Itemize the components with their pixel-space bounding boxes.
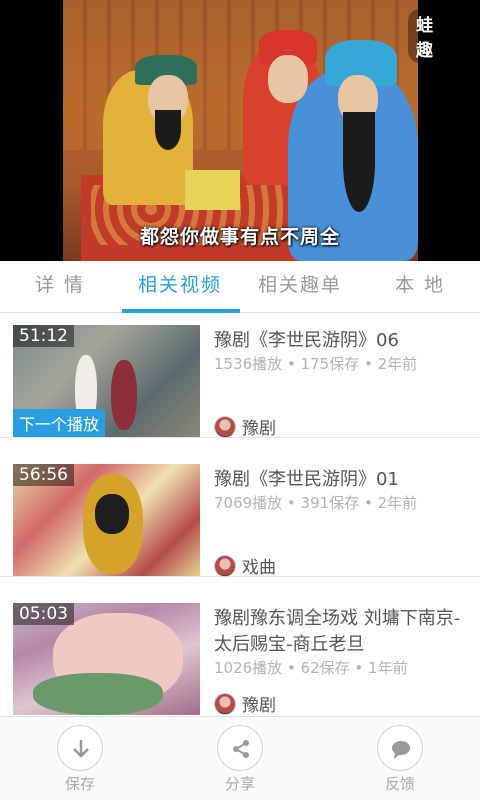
share-button[interactable]: 分享 — [160, 717, 320, 800]
share-label: 分享 — [224, 775, 255, 793]
video-thumbnail[interactable]: 51:12 下一个播放 — [13, 325, 200, 437]
video-title[interactable]: 豫剧豫东调全场戏 刘墉下南京-太后赐宝-商丘老旦 — [214, 606, 474, 658]
bottom-action-bar: 保存 分享 反馈 — [0, 716, 480, 800]
tab-local[interactable]: 本 地 — [360, 261, 480, 312]
share-icon — [217, 725, 263, 771]
tab-details[interactable]: 详 情 — [0, 261, 120, 312]
video-title[interactable]: 豫剧《李世民游阴》06 — [214, 328, 474, 354]
play-next-badge: 下一个播放 — [13, 409, 106, 437]
source-name: 豫剧 — [242, 419, 276, 439]
avatar — [214, 415, 236, 438]
save-button[interactable]: 保存 — [0, 717, 160, 800]
video-meta: 1026播放 • 62保存 • 1年前 — [214, 659, 408, 677]
video-list-item[interactable]: 56:56 豫剧《李世民游阴》01 7069播放 • 391保存 • 2年前 戏… — [0, 452, 480, 578]
video-duration: 05:03 — [13, 603, 74, 625]
related-video-list: 51:12 下一个播放 豫剧《李世民游阴》06 1536播放 • 175保存 •… — [0, 313, 480, 715]
avatar — [214, 692, 236, 715]
video-source[interactable]: 豫剧 — [214, 691, 276, 715]
video-source[interactable]: 豫剧 — [214, 414, 276, 439]
download-icon — [57, 725, 103, 771]
tab-related-videos[interactable]: 相关视频 — [120, 261, 240, 312]
video-subtitle: 都怨你做事有点不周全 — [139, 226, 340, 248]
avatar — [214, 554, 236, 577]
feedback-label: 反馈 — [384, 775, 415, 793]
channel-watermark: 蛙趣 — [408, 9, 441, 63]
video-duration: 56:56 — [13, 464, 74, 486]
video-thumbnail[interactable]: 56:56 — [13, 464, 200, 576]
tab-bar: 详 情 相关视频 相关趣单 本 地 — [0, 261, 480, 313]
video-meta: 1536播放 • 175保存 • 2年前 — [214, 355, 418, 373]
chat-bubble-icon — [377, 725, 423, 771]
video-player[interactable]: 蛙趣 都怨你做事有点不周全 — [0, 0, 480, 261]
tab-related-lists[interactable]: 相关趣单 — [240, 261, 360, 312]
source-name: 戏曲 — [242, 558, 276, 578]
source-name: 豫剧 — [242, 696, 276, 715]
video-list-item[interactable]: 51:12 下一个播放 豫剧《李世民游阴》06 1536播放 • 175保存 •… — [0, 313, 480, 439]
video-meta: 7069播放 • 391保存 • 2年前 — [214, 494, 418, 512]
save-label: 保存 — [64, 775, 95, 793]
video-source[interactable]: 戏曲 — [214, 553, 276, 578]
video-duration: 51:12 — [13, 325, 74, 347]
video-thumbnail[interactable]: 05:03 — [13, 603, 200, 715]
video-title[interactable]: 豫剧《李世民游阴》01 — [214, 467, 474, 493]
feedback-button[interactable]: 反馈 — [320, 717, 480, 800]
video-list-item[interactable]: 05:03 豫剧豫东调全场戏 刘墉下南京-太后赐宝-商丘老旦 1026播放 • … — [0, 591, 480, 715]
